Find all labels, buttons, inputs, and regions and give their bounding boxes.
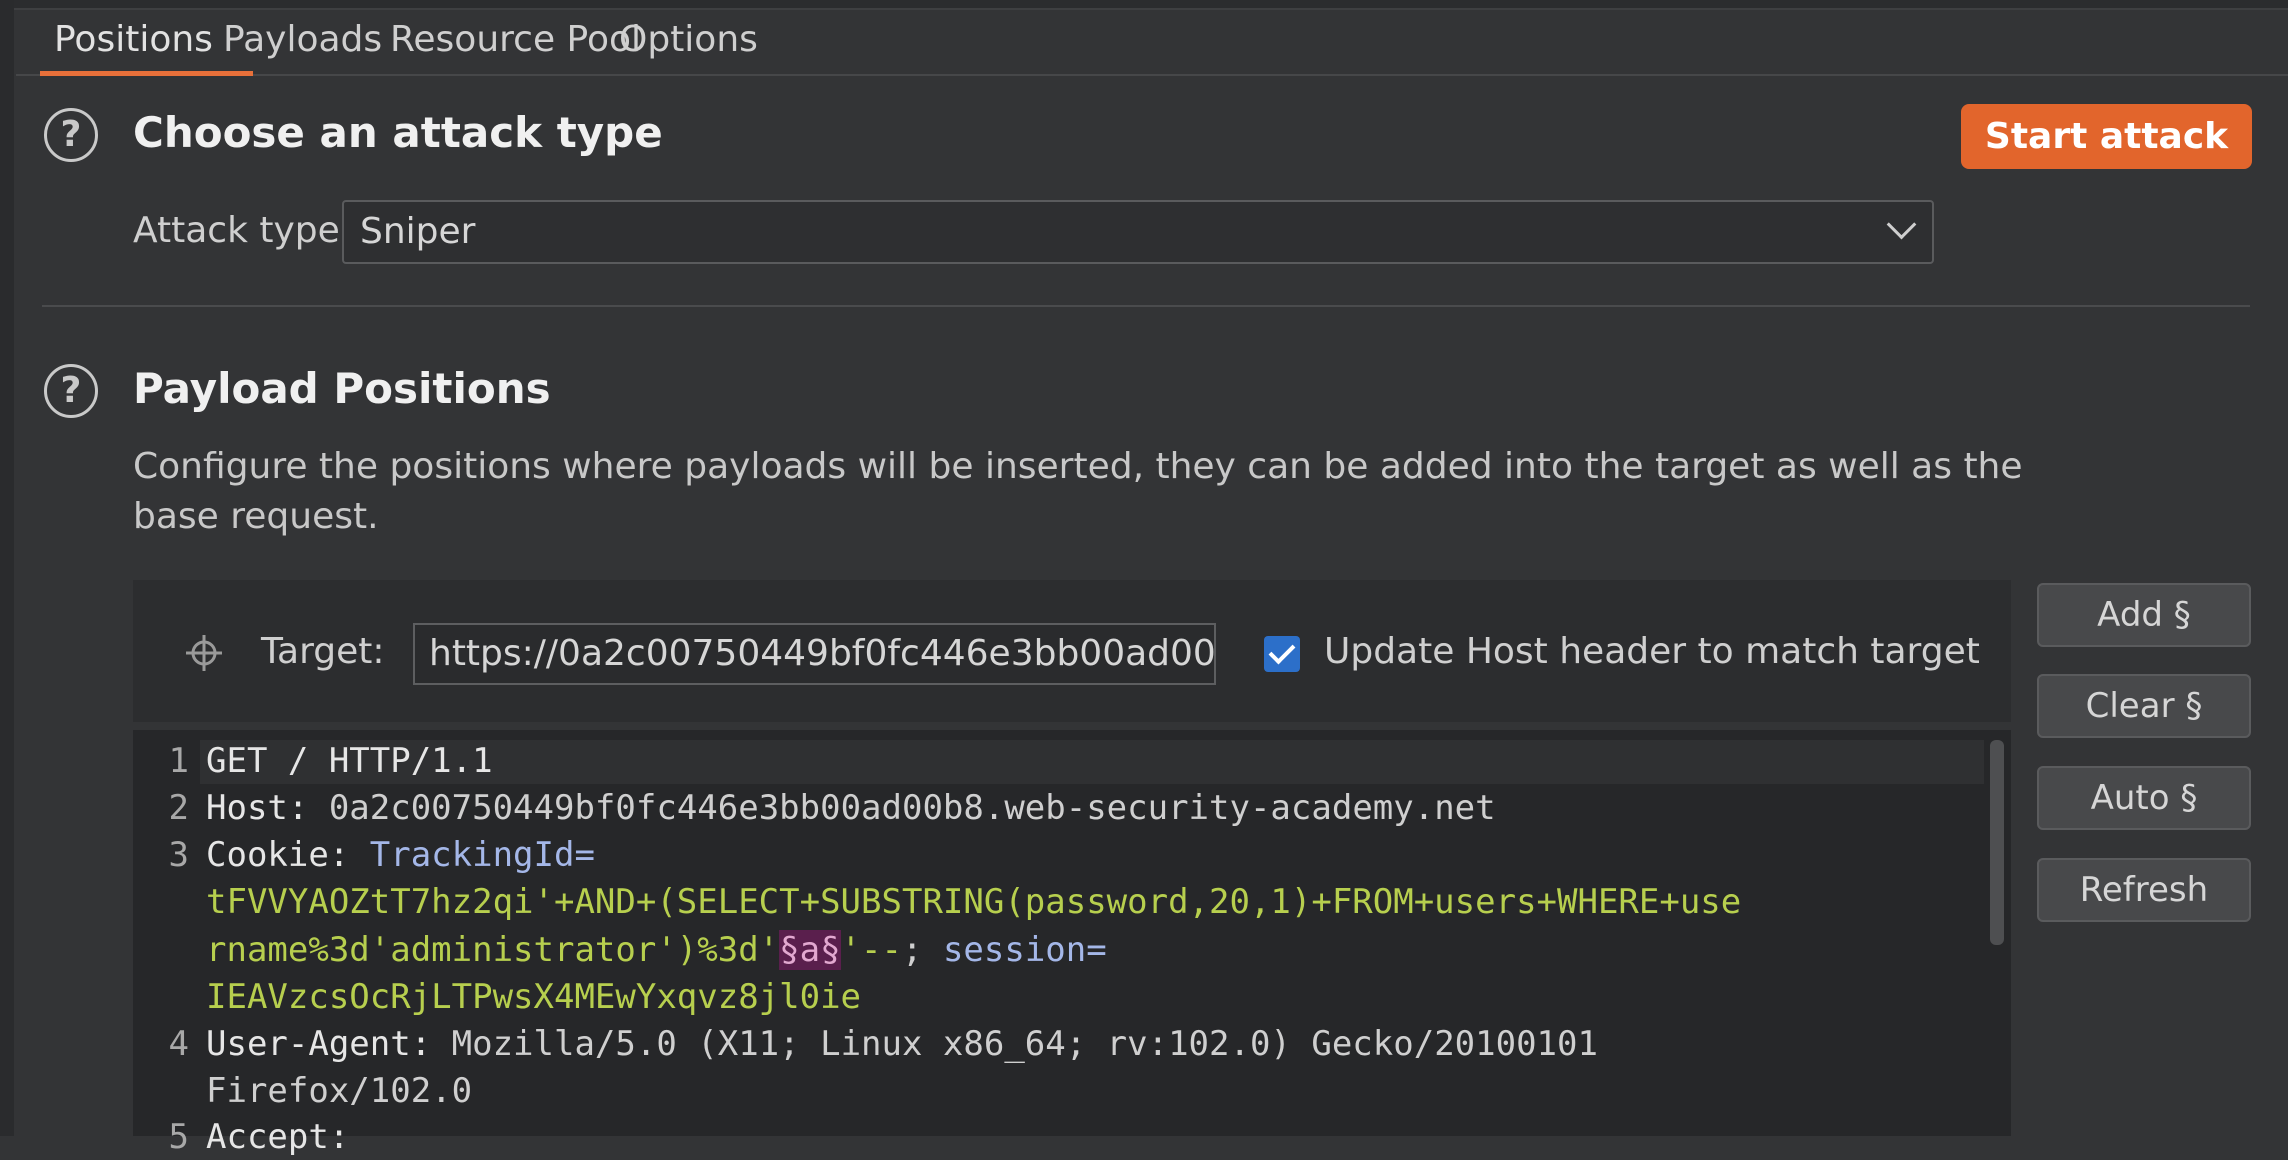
chevron-down-icon [1886, 209, 1917, 240]
tab-payloads[interactable]: Payloads [223, 8, 382, 74]
tab-positions[interactable]: Positions [40, 8, 253, 76]
injection-line-2: rname%3d'administrator')%3d'§a§'--; sess… [206, 927, 1107, 973]
user-agent-continuation: Firefox/102.0 [206, 1071, 473, 1111]
left-edge [0, 0, 14, 1136]
line-number: 4 [168, 1024, 189, 1064]
request-line: GET / HTTP/1.1 [206, 741, 493, 781]
editor-scrollbar[interactable] [1990, 740, 2004, 945]
attack-type-label: Attack type: [133, 210, 352, 251]
accept-header: Accept: [206, 1117, 350, 1157]
header-value: Mozilla/5.0 (X11; Linux x86_64; rv:102.0… [451, 1024, 1598, 1064]
payload-positions-description: Configure the positions where payloads w… [133, 446, 2023, 537]
cookie-header: Cookie: TrackingId= [206, 832, 595, 878]
line-number: 5 [168, 1117, 189, 1157]
clear-markers-button[interactable]: Clear § [2037, 674, 2251, 738]
host-header: Host: 0a2c00750449bf0fc446e3bb00ad00b8.w… [206, 785, 1496, 831]
injection-text: '-- [840, 930, 902, 970]
injection-line-1: tFVVYAOZtT7hz2qi'+AND+(SELECT+SUBSTRING(… [206, 882, 1742, 922]
session-value: IEAVzcsOcRjLTPwsX4MEwYxqvz8jl0ie [206, 977, 862, 1017]
start-attack-button[interactable]: Start attack [1961, 104, 2252, 169]
header-key: User-Agent: [206, 1024, 452, 1064]
tab-resource-pool[interactable]: Resource Pool [390, 8, 641, 74]
auto-markers-button[interactable]: Auto § [2037, 766, 2251, 830]
add-marker-button[interactable]: Add § [2037, 583, 2251, 647]
target-label: Target: [261, 631, 385, 672]
payload-marker[interactable]: §a§ [779, 930, 841, 970]
line-number: 3 [168, 835, 189, 875]
cookie-name: TrackingId= [369, 835, 595, 875]
header-key: Cookie: [206, 835, 370, 875]
line-number: 2 [168, 788, 189, 828]
header-key: Host: [206, 788, 329, 828]
attack-help-icon[interactable]: ? [44, 108, 98, 162]
tab-bar: Positions Payloads Resource Pool Options [16, 8, 2288, 76]
target-url-input[interactable]: https://0a2c00750449bf0fc446e3bb00ad00b8… [413, 623, 1216, 685]
payload-positions-title: Payload Positions [133, 364, 551, 413]
tab-options[interactable]: Options [619, 8, 758, 74]
update-host-label: Update Host header to match target [1324, 631, 1980, 672]
header-value: 0a2c00750449bf0fc446e3bb00ad00b8.web-sec… [328, 788, 1496, 828]
cookie-name: session= [942, 930, 1107, 970]
positions-help-icon[interactable]: ? [44, 364, 98, 418]
line-number: 1 [168, 741, 189, 781]
injection-text: rname%3d'administrator')%3d' [206, 930, 780, 970]
attack-type-select[interactable]: Sniper [342, 200, 1934, 264]
refresh-button[interactable]: Refresh [2037, 858, 2251, 922]
crosshair-icon [186, 635, 222, 671]
target-url-value: https://0a2c00750449bf0fc446e3bb00ad00b8… [429, 633, 1216, 674]
attack-type-title: Choose an attack type [133, 108, 663, 157]
section-divider [42, 305, 2250, 307]
update-host-checkbox[interactable] [1264, 636, 1300, 672]
user-agent-header: User-Agent: Mozilla/5.0 (X11; Linux x86_… [206, 1021, 1598, 1067]
separator: ; [902, 930, 943, 970]
attack-type-value: Sniper [360, 211, 476, 252]
